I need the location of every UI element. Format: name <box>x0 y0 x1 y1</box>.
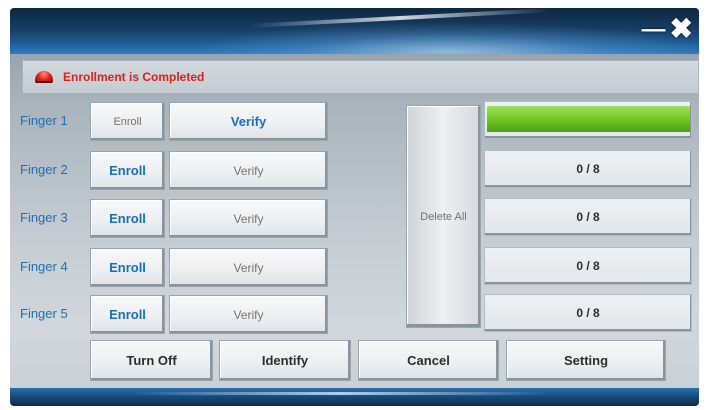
turn-off-button[interactable]: Turn Off <box>90 340 213 381</box>
finger-label: Finger 2 <box>20 162 68 177</box>
enroll-button[interactable]: Enroll <box>90 102 165 141</box>
status-bar: Enrollment is Completed <box>22 60 699 94</box>
finger-label: Finger 5 <box>20 306 68 321</box>
progress-count: 0 / 8 <box>576 210 600 224</box>
finger-label: Finger 1 <box>20 113 68 128</box>
enroll-button[interactable]: Enroll <box>90 295 165 334</box>
status-message: Enrollment is Completed <box>63 70 205 84</box>
enroll-button[interactable]: Enroll <box>90 199 165 238</box>
progress-count: 0 / 8 <box>576 306 600 320</box>
finger-label: Finger 3 <box>20 210 68 225</box>
delete-all-button[interactable]: Delete All <box>406 105 481 328</box>
enroll-progress-bar: 0 / 8 <box>484 150 692 188</box>
verify-button[interactable]: Verify <box>169 151 328 190</box>
verify-button[interactable]: Verify <box>169 199 328 238</box>
verify-button[interactable]: Verify <box>169 248 328 287</box>
identify-button[interactable]: Identify <box>219 340 351 381</box>
bottom-bar <box>10 388 699 406</box>
progress-count: 0 / 8 <box>576 162 600 176</box>
enroll-progress-bar <box>484 101 692 139</box>
bottom-bar-streak <box>130 392 550 395</box>
minimize-icon[interactable]: — <box>642 16 666 44</box>
close-icon[interactable]: ✖ <box>670 15 693 43</box>
cancel-button[interactable]: Cancel <box>358 340 499 381</box>
progress-count: 0 / 8 <box>576 259 600 273</box>
title-bar: — ✖ <box>10 8 699 54</box>
finger-label: Finger 4 <box>20 259 68 274</box>
progress-fill <box>487 106 690 132</box>
verify-button[interactable]: Verify <box>169 295 328 334</box>
enroll-progress-bar: 0 / 8 <box>484 294 692 332</box>
enroll-progress-bar: 0 / 8 <box>484 198 692 236</box>
enroll-button[interactable]: Enroll <box>90 151 165 190</box>
window-controls: — ✖ <box>642 14 693 44</box>
verify-button[interactable]: Verify <box>169 102 328 141</box>
fingerprint-window: — ✖ Enrollment is Completed Finger 1 Enro… <box>10 8 699 406</box>
alarm-light-icon <box>35 71 53 83</box>
enroll-button[interactable]: Enroll <box>90 248 165 287</box>
enroll-progress-bar: 0 / 8 <box>484 247 692 285</box>
setting-button[interactable]: Setting <box>506 340 666 381</box>
